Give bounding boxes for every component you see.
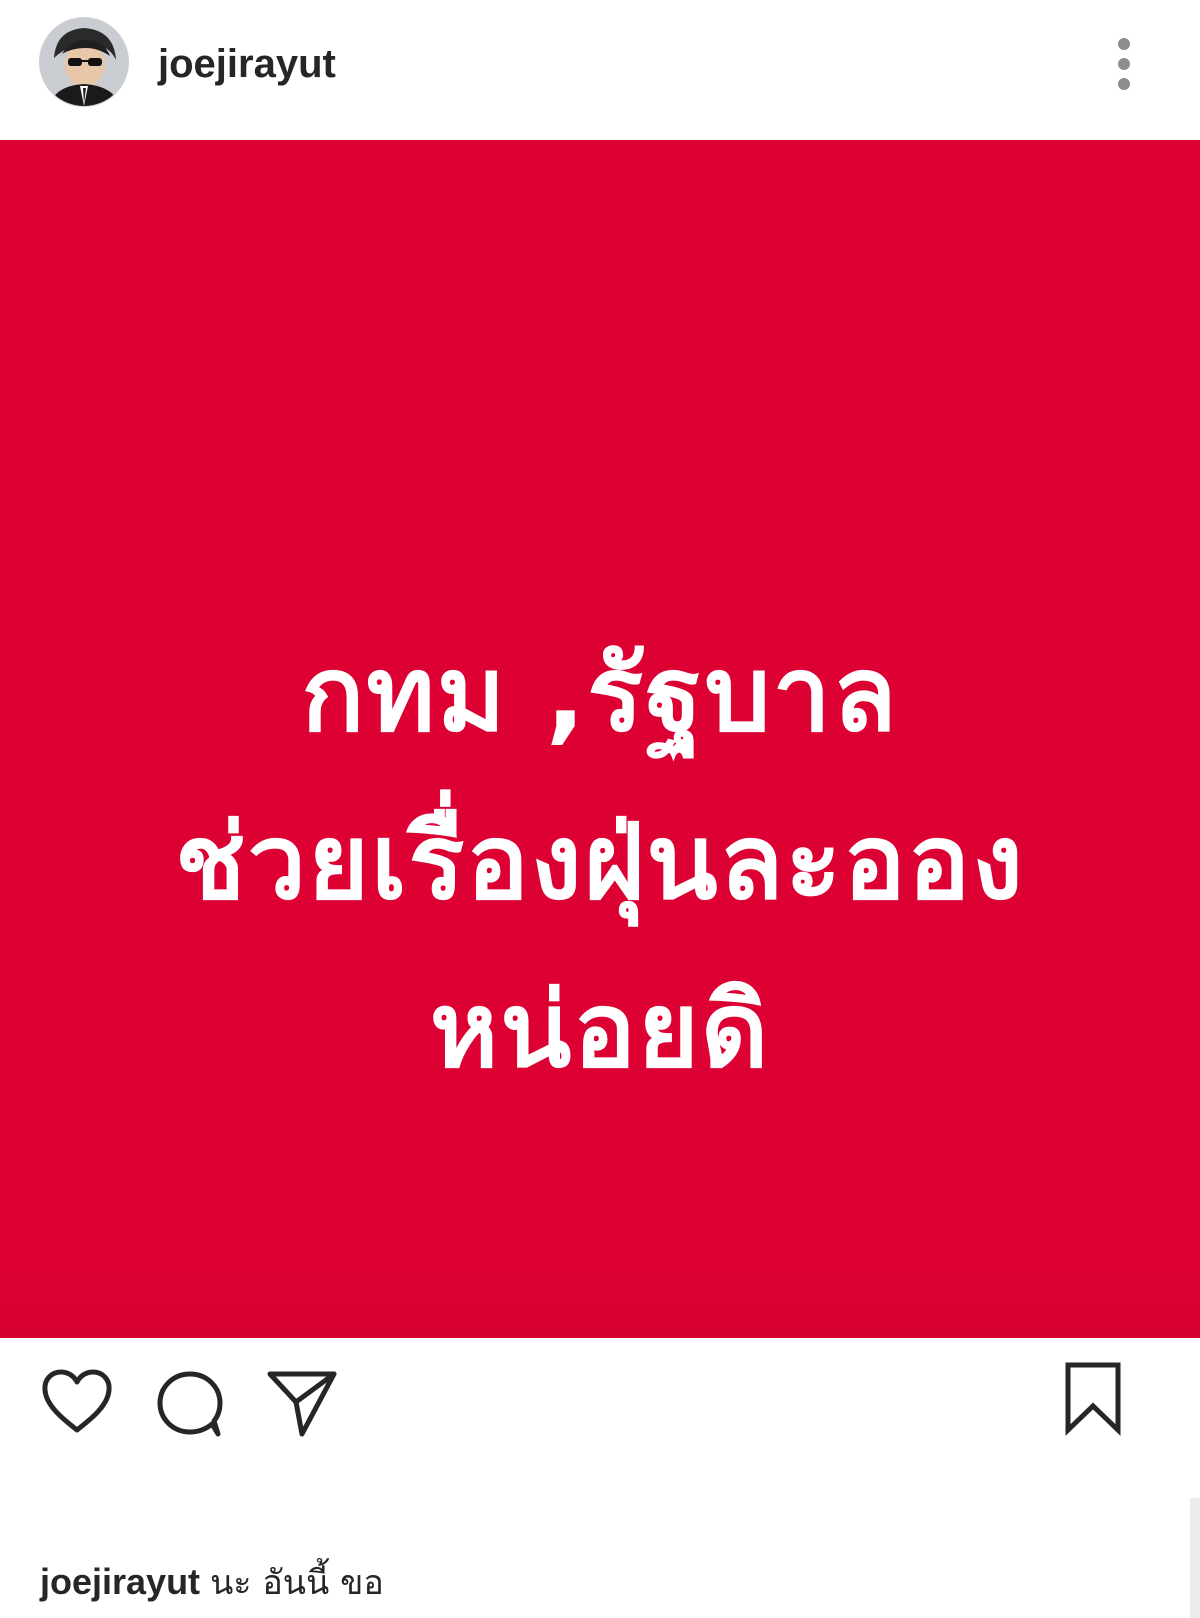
more-options-icon[interactable]	[1112, 36, 1136, 92]
caption-text: นะ อันนี้ ขอ	[210, 1563, 384, 1603]
post-header: joejirayut	[0, 0, 1200, 140]
post-text-line-1: กทม ,รัฐบาล	[301, 633, 899, 755]
post-image-text: กทม ,รัฐบาล ช่วยเรื่องฝุ่นละออง หน่อยดิ	[0, 610, 1200, 1114]
post-image[interactable]: กทม ,รัฐบาล ช่วยเรื่องฝุ่นละออง หน่อยดิ	[0, 140, 1200, 1338]
avatar[interactable]	[40, 18, 128, 106]
caption-username[interactable]: joejirayut	[40, 1561, 200, 1602]
post-actions-bar	[0, 1338, 1200, 1498]
heart-icon[interactable]	[40, 1368, 114, 1440]
bookmark-icon[interactable]	[1062, 1360, 1124, 1440]
send-icon[interactable]	[264, 1364, 340, 1444]
avatar-image	[40, 18, 128, 106]
post-username[interactable]: joejirayut	[158, 40, 336, 88]
post-text-line-3: หน่อยดิ	[429, 969, 771, 1091]
comment-icon[interactable]	[154, 1368, 226, 1444]
post-caption: joejirayut นะ อันนี้ ขอ	[40, 1560, 384, 1605]
post-text-line-2: ช่วยเรื่องฝุ่นละออง	[175, 801, 1025, 923]
